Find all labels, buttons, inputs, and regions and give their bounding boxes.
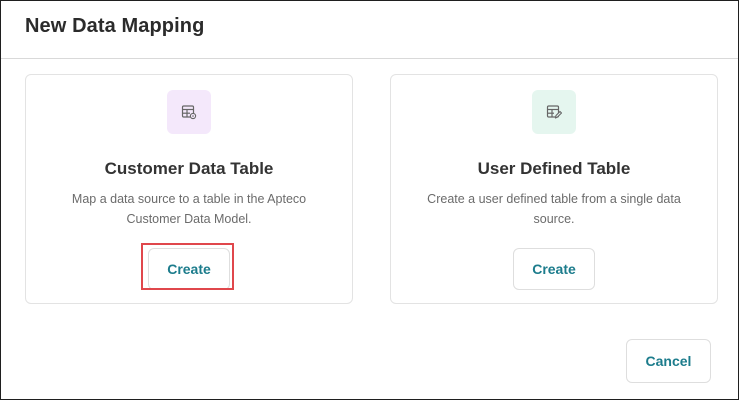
create-user-defined-table-button[interactable]: Create (513, 248, 595, 290)
cancel-button[interactable]: Cancel (626, 339, 711, 383)
header-divider (1, 58, 738, 59)
table-edit-icon (546, 105, 562, 119)
dialog-title: New Data Mapping (25, 15, 205, 37)
user-defined-table-title: User Defined Table (477, 159, 631, 178)
table-link-icon (181, 105, 197, 120)
new-data-mapping-dialog: New Data Mapping Customer Data Table Map… (0, 0, 739, 400)
customer-data-table-title: Customer Data Table (104, 159, 274, 178)
customer-data-table-icon-tile (167, 90, 211, 134)
user-defined-table-card: User Defined Table Create a user defined… (390, 74, 718, 304)
user-defined-table-icon-tile (532, 90, 576, 134)
create-customer-data-table-button[interactable]: Create (148, 248, 230, 290)
customer-data-table-description: Map a data source to a table in the Apte… (71, 192, 307, 226)
user-defined-table-description: Create a user defined table from a singl… (427, 192, 681, 226)
customer-data-table-card: Customer Data Table Map a data source to… (25, 74, 353, 304)
